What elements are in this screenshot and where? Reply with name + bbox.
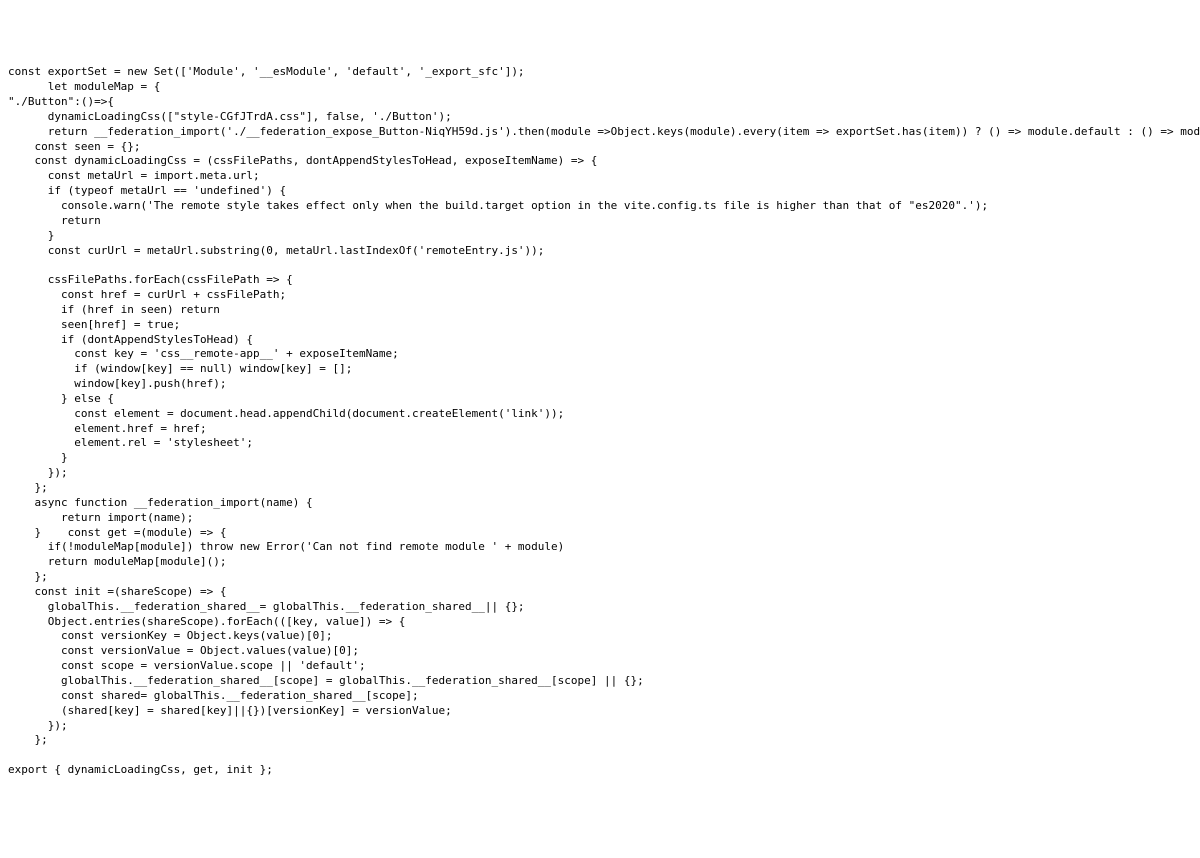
code-block: const exportSet = new Set(['Module', '__… <box>8 65 1192 778</box>
